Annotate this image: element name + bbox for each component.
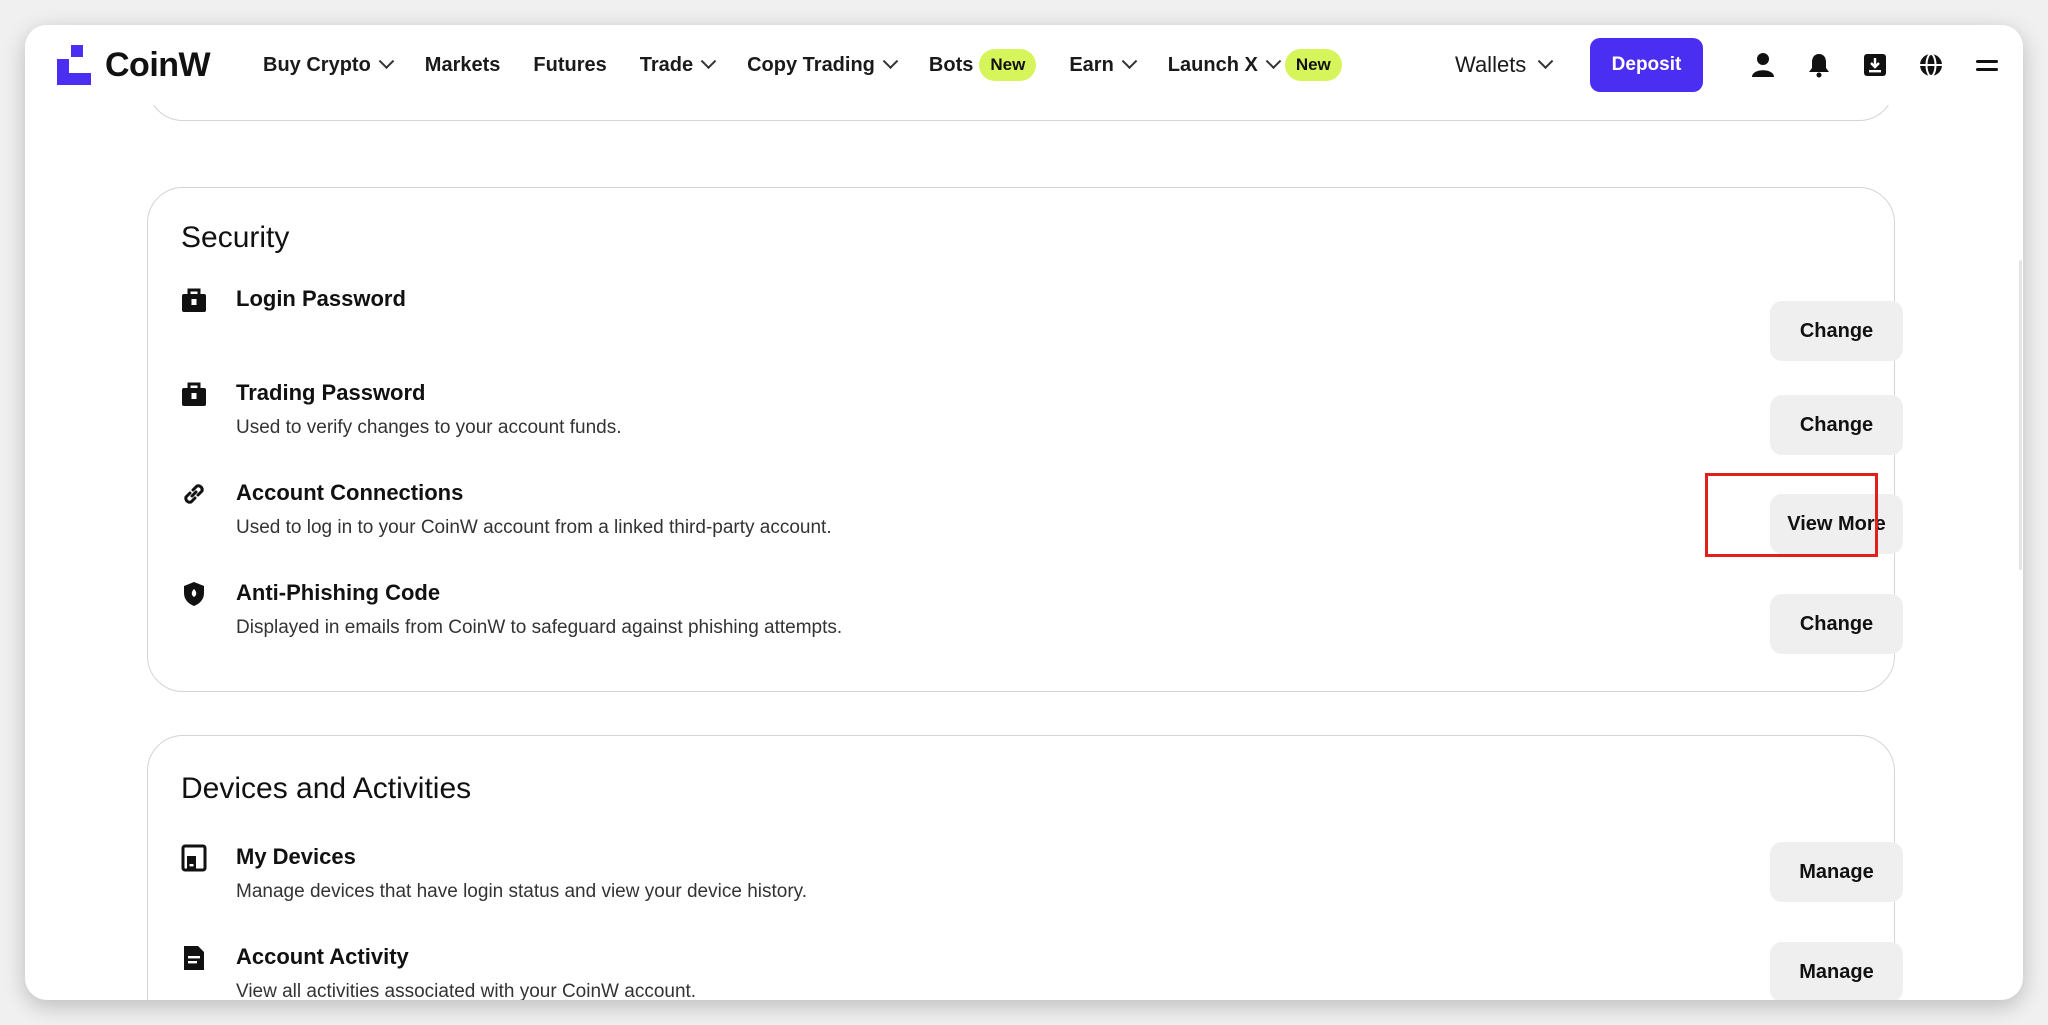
top-nav: CoinW Buy Crypto Markets Futures Trade C… — [25, 25, 2023, 105]
highlight-box — [1705, 473, 1878, 557]
devices-icon — [180, 844, 208, 872]
browser-window: CoinW Buy Crypto Markets Futures Trade C… — [25, 25, 2023, 1000]
wallets-dropdown[interactable]: Wallets — [1455, 25, 1554, 105]
devices-activities-section: Devices and Activities My Devices Manage… — [147, 735, 1903, 1000]
nav-trade[interactable]: Trade — [640, 52, 717, 77]
row-title: Trading Password — [236, 380, 426, 405]
wallets-label: Wallets — [1455, 52, 1527, 77]
security-section: Security Login Password Change Trading P… — [147, 187, 1903, 692]
row-title: My Devices — [236, 844, 356, 869]
nav-buy-crypto[interactable]: Buy Crypto — [263, 52, 395, 77]
nav-futures[interactable]: Futures — [533, 54, 606, 77]
row-description: Displayed in emails from CoinW to safegu… — [236, 617, 843, 638]
briefcase-lock-icon — [180, 286, 208, 314]
globe-icon[interactable] — [1918, 52, 1944, 78]
coinw-logo[interactable]: CoinW — [57, 45, 211, 85]
chevron-down-icon — [1121, 52, 1138, 69]
row-title: Account Activity — [236, 944, 409, 969]
row-description: Used to log in to your CoinW account fro… — [236, 517, 832, 538]
nav-menu: Buy Crypto Markets Futures Trade Copy Tr… — [263, 25, 1375, 105]
nav-launch-x[interactable]: Launch X New — [1168, 49, 1342, 81]
row-title: Anti-Phishing Code — [236, 580, 441, 605]
download-icon[interactable] — [1862, 52, 1888, 78]
row-title: Login Password — [236, 286, 406, 311]
coinw-logo-icon — [57, 45, 91, 85]
chevron-down-icon — [1265, 52, 1282, 69]
bell-icon[interactable] — [1806, 52, 1832, 78]
row-description: View all activities associated with your… — [236, 981, 697, 1000]
devices-title: Devices and Activities — [181, 772, 472, 805]
nav-bots[interactable]: Bots New — [929, 49, 1037, 81]
new-badge: New — [1284, 49, 1342, 81]
document-icon — [180, 944, 208, 972]
new-badge: New — [979, 49, 1037, 81]
chevron-down-icon — [882, 52, 899, 69]
row-description: Manage devices that have login status an… — [236, 881, 808, 902]
manage-activity-button[interactable]: Manage — [1770, 942, 1903, 1000]
chevron-down-icon — [700, 52, 717, 69]
change-anti-phishing-button[interactable]: Change — [1770, 594, 1903, 654]
chevron-down-icon — [1538, 52, 1554, 69]
nav-markets[interactable]: Markets — [425, 54, 501, 77]
row-title: Account Connections — [236, 480, 464, 505]
manage-devices-button[interactable]: Manage — [1770, 842, 1903, 902]
scrollbar[interactable] — [2019, 260, 2022, 570]
chevron-down-icon — [378, 52, 395, 69]
change-login-password-button[interactable]: Change — [1770, 301, 1903, 361]
row-description: Used to verify changes to your account f… — [236, 417, 622, 438]
brand-name: CoinW — [105, 45, 211, 84]
shield-icon — [180, 580, 208, 608]
security-title: Security — [181, 221, 290, 254]
nav-earn[interactable]: Earn — [1069, 52, 1138, 77]
change-trading-password-button[interactable]: Change — [1770, 395, 1903, 455]
link-icon — [180, 480, 208, 508]
user-icon[interactable] — [1750, 52, 1776, 78]
deposit-button[interactable]: Deposit — [1590, 38, 1703, 92]
nav-copy-trading[interactable]: Copy Trading — [747, 52, 899, 77]
menu-icon[interactable] — [1974, 52, 2000, 78]
briefcase-lock-icon — [180, 380, 208, 408]
